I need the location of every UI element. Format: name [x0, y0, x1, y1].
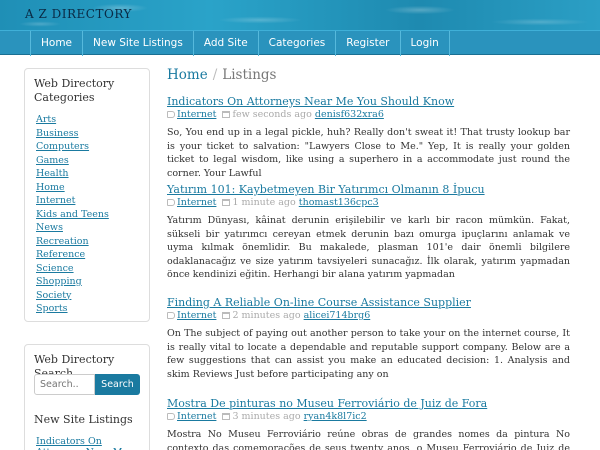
category-sports[interactable]: Sports — [36, 302, 149, 316]
tag-icon — [167, 111, 175, 118]
search-form: Search — [34, 374, 140, 395]
main-navbar: Home New Site Listings Add Site Categori… — [0, 30, 600, 56]
search-input[interactable] — [34, 374, 95, 395]
calendar-icon — [222, 312, 231, 319]
listing-item: Indicators On Attorneys Near Me You Shou… — [167, 95, 570, 180]
breadcrumb-separator: / — [212, 67, 218, 83]
categories-heading: Web Directory Categories — [34, 77, 115, 104]
listing-meta: Internet 3 minutes ago ryan4k8l7ic2 — [167, 411, 570, 423]
category-health[interactable]: Health — [36, 167, 149, 181]
category-computers[interactable]: Computers — [36, 140, 149, 154]
listing-category[interactable]: Internet — [177, 310, 216, 321]
header-banner: A Z DIRECTORY — [0, 0, 600, 30]
category-science[interactable]: Science — [36, 262, 149, 276]
listing-time: few seconds ago — [232, 109, 312, 120]
category-home[interactable]: Home — [36, 181, 149, 195]
listing-category[interactable]: Internet — [177, 109, 216, 120]
search-panel: Web Directory Search Search New Site Lis… — [24, 344, 150, 450]
nav-add-site[interactable]: Add Site — [192, 31, 258, 56]
nav-home[interactable]: Home — [30, 31, 82, 56]
listing-title[interactable]: Yatırım 101: Kaybetmeyen Bir Yatırımcı O… — [167, 183, 570, 196]
listing-category[interactable]: Internet — [177, 411, 216, 422]
category-society[interactable]: Society — [36, 289, 149, 303]
calendar-icon — [222, 111, 231, 118]
listing-category[interactable]: Internet — [177, 197, 216, 208]
categories-panel: Web Directory Categories Arts Business C… — [24, 68, 150, 322]
listing-user[interactable]: ryan4k8l7ic2 — [304, 411, 367, 422]
category-shopping[interactable]: Shopping — [36, 275, 149, 289]
breadcrumb-home[interactable]: Home — [167, 67, 208, 83]
tag-icon — [167, 312, 175, 319]
listing-user[interactable]: denisf632xra6 — [315, 109, 384, 120]
listing-meta: Internet 1 minute ago thomast136cpc3 — [167, 197, 570, 209]
listing-time: 3 minutes ago — [232, 411, 301, 422]
listing-time: 2 minutes ago — [232, 310, 301, 321]
listing-description: On The subject of paying out another per… — [167, 328, 570, 380]
category-arts[interactable]: Arts — [36, 113, 149, 127]
category-kids-and-teens[interactable]: Kids and Teens — [36, 208, 149, 222]
listing-description: Yatırım Dünyası, kâinat derunin erişileb… — [167, 215, 570, 280]
category-recreation[interactable]: Recreation — [36, 235, 149, 249]
new-listing-link[interactable]: Indicators On Attorneys Near Me — [36, 436, 132, 450]
listing-meta: Internet few seconds ago denisf632xra6 — [167, 109, 570, 121]
tag-icon — [167, 199, 175, 206]
site-title[interactable]: A Z DIRECTORY — [25, 7, 132, 21]
listing-item: Yatırım 101: Kaybetmeyen Bir Yatırımcı O… — [167, 183, 570, 282]
category-reference[interactable]: Reference — [36, 248, 149, 262]
listing-user[interactable]: alicei714brg6 — [304, 310, 371, 321]
breadcrumb: Home / Listings — [167, 67, 276, 83]
listing-title[interactable]: Finding A Reliable On-line Course Assist… — [167, 296, 570, 309]
category-news[interactable]: News — [36, 221, 149, 235]
listing-description: So, You end up in a legal pickle, huh? R… — [167, 127, 570, 179]
listing-meta: Internet 2 minutes ago alicei714brg6 — [167, 310, 570, 322]
calendar-icon — [222, 199, 231, 206]
tag-icon — [167, 413, 175, 420]
listing-item: Finding A Reliable On-line Course Assist… — [167, 296, 570, 381]
new-listings-heading: New Site Listings — [34, 413, 133, 426]
nav-list: Home New Site Listings Add Site Categori… — [30, 31, 450, 56]
nav-categories[interactable]: Categories — [257, 31, 336, 56]
listing-description: Mostra No Museu Ferroviário reúne obras … — [167, 429, 570, 450]
listing-item: Mostra De pinturas no Museu Ferroviário … — [167, 397, 570, 450]
nav-register[interactable]: Register — [335, 31, 399, 56]
category-list: Arts Business Computers Games Health Hom… — [25, 105, 149, 316]
listing-time: 1 minute ago — [232, 197, 296, 208]
nav-login[interactable]: Login — [399, 31, 450, 56]
search-button[interactable]: Search — [95, 374, 140, 395]
category-games[interactable]: Games — [36, 154, 149, 168]
category-business[interactable]: Business — [36, 127, 149, 141]
breadcrumb-current: Listings — [222, 67, 277, 83]
calendar-icon — [222, 413, 231, 420]
category-internet[interactable]: Internet — [36, 194, 149, 208]
listing-title[interactable]: Indicators On Attorneys Near Me You Shou… — [167, 95, 570, 108]
listing-user[interactable]: thomast136cpc3 — [299, 197, 379, 208]
nav-new-site-listings[interactable]: New Site Listings — [82, 31, 193, 56]
listing-title[interactable]: Mostra De pinturas no Museu Ferroviário … — [167, 397, 570, 410]
